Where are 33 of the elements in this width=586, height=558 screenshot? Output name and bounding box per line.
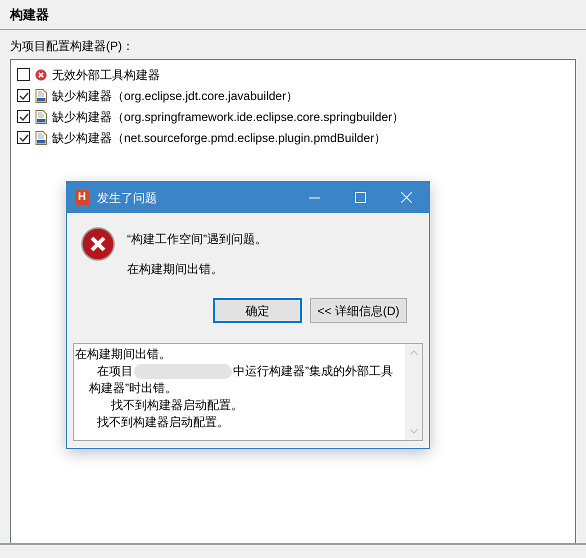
maximize-icon (354, 192, 366, 203)
binary-file-icon (35, 88, 47, 102)
app-icon: H (75, 190, 89, 205)
detail-text: 找不到构建器启动配置。 (111, 397, 243, 414)
checkbox[interactable] (17, 89, 30, 102)
detail-text: 在构建期间出错。 (75, 346, 171, 363)
page-title: 构建器 (10, 6, 49, 24)
builder-label[interactable]: 缺少构建器（org.springframework.ide.eclipse.core.springbuilder） (52, 108, 404, 126)
scrollbar[interactable] (405, 344, 422, 440)
binary-file-icon (35, 130, 47, 144)
error-reason: 在构建期间出错。 (127, 261, 224, 278)
checkbox[interactable] (17, 110, 30, 123)
checkbox[interactable] (17, 68, 30, 81)
close-icon (400, 192, 412, 203)
builder-label[interactable]: 缺少构建器（org.eclipse.jdt.core.javabuilder） (52, 86, 298, 104)
detail-text: 构建器”时出错。 (89, 381, 177, 395)
dialog-button[interactable]: << 详细信息(D) (310, 298, 407, 323)
scroll-up-icon (410, 350, 418, 355)
error-icon (35, 68, 47, 80)
dialog-button[interactable]: 确定 (213, 298, 302, 323)
detail-text: 中运行构建器”集成的外部工具 (233, 363, 393, 380)
dialog-title: 发生了问题 (97, 190, 157, 206)
checkbox[interactable] (17, 131, 30, 144)
detail-text: 找不到构建器启动配置。 (97, 414, 229, 431)
minimize-icon (308, 196, 320, 198)
binary-file-icon (35, 110, 47, 124)
detail-text: 在项目 (97, 363, 133, 380)
builder-label[interactable]: 无效外部工具构建器 (52, 66, 160, 84)
error-message: “构建工作空间”遇到问题。 (127, 231, 267, 248)
error-icon (81, 227, 115, 261)
builder-label[interactable]: 缺少构建器（net.sourceforge.pmd.eclipse.plugin.pmdBuilder） (52, 128, 386, 146)
list-label: 为项目配置构建器(P)： (10, 39, 134, 53)
scroll-down-icon (410, 429, 418, 434)
